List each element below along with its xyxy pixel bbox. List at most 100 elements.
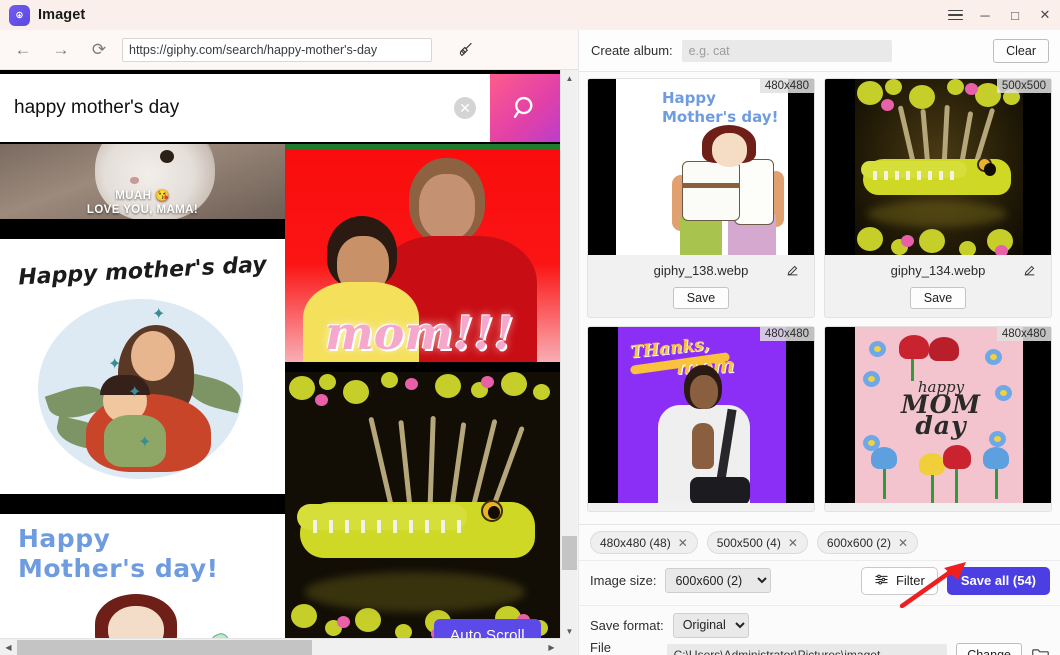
search-clear-icon[interactable]: ✕ [454,97,476,119]
sparkle-icon: ✦ [108,356,122,373]
size-chip-label: 480x480 (48) [600,535,671,550]
save-button[interactable]: Save [909,287,967,309]
minimize-icon[interactable]: ─ [970,0,1000,30]
image-thumbnail[interactable]: 500x500 [825,79,1051,255]
filter-button[interactable]: Filter [860,566,938,595]
chip-remove-icon[interactable]: ✕ [898,536,908,550]
clear-button[interactable]: Clear [993,38,1049,63]
card-footer: giphy_134.webp Save [825,255,1051,317]
cat-nose [130,177,139,184]
folder-icon[interactable] [1031,646,1050,655]
save-all-button[interactable]: Save all (54) [946,566,1050,595]
scrollbar-corner [560,638,577,655]
card-footer: giphy_138.webp Save [588,255,814,317]
image-size-select[interactable]: 480x480 (48)500x500 (4)600x600 (2) [665,568,772,593]
app-logo-icon [9,4,30,26]
dimension-badge: 500x500 [996,79,1051,93]
image-card[interactable]: 500x500 giphy_134.webp Save [824,78,1052,318]
cat-caption-line1: MUAH 😘 [115,190,170,202]
image-thumbnail[interactable]: THanks, mom 480x480 [588,327,814,503]
thumb-art-line2: Mother's day! [662,108,779,126]
scroll-up-icon[interactable]: ▲ [561,70,578,87]
illustration-title: Happy mother's day [17,252,268,291]
filter-label: Filter [895,573,925,588]
image-size-row: Image size: 480x480 (48)500x500 (4)600x6… [579,560,1060,600]
image-filename: giphy_138.webp [653,263,749,278]
giphy-search-input[interactable]: happy mother's day [14,97,454,119]
save-format-label: Save format: [590,617,664,633]
gif-result-mom[interactable]: mom!!! [285,144,560,362]
gif-result-illustration[interactable]: Happy mother's day ✦ ✦ ✦ ✦ [0,239,285,494]
downloaded-images-grid: Happy Mother's day! 480x480 giphy_138.we… [579,72,1060,524]
mom-text: mom!!! [325,306,514,360]
scroll-right-icon[interactable]: ▶ [543,639,560,655]
file-location-row: File location: Change [590,640,1050,655]
download-panel: Create album: Clear Happy Mother's day! [578,30,1060,655]
broom-clear-icon[interactable] [452,37,478,63]
gif-result-cat[interactable]: MUAH 😘 LOVE YOU, MAMA! [0,144,285,219]
window-controls: ─ □ ✕ [940,0,1060,30]
create-album-row: Create album: Clear [579,30,1060,72]
create-album-input[interactable] [681,39,892,62]
maximize-icon[interactable]: □ [1000,0,1030,30]
size-chip[interactable]: 480x480 (48) ✕ [590,531,698,554]
image-thumbnail[interactable]: happy MOM day 480x480 [825,327,1051,503]
webview-vertical-scrollbar[interactable]: ▲ ▼ [560,70,577,640]
water-reflection [305,572,525,612]
back-icon[interactable]: ← [8,35,38,65]
hamburger-icon[interactable] [940,0,970,30]
embedded-browser-viewport[interactable]: happy mother's day ✕ MUAH 😘 LOVE YOU, MA… [0,70,560,640]
cat-caption: MUAH 😘 LOVE YOU, MAMA! [0,190,285,217]
size-chip[interactable]: 500x500 (4) ✕ [706,531,808,554]
size-chip[interactable]: 600x600 (2) ✕ [816,531,918,554]
image-card[interactable]: Happy Mother's day! 480x480 giphy_138.we… [587,78,815,318]
save-button[interactable]: Save [672,287,730,309]
thumb-art-text: happy MOM day [881,379,1001,440]
size-chip-label: 500x500 (4) [716,535,781,550]
save-settings: Save format: Original File location: Cha… [579,605,1060,655]
forward-icon[interactable]: → [46,35,76,65]
file-location-input[interactable] [666,644,948,655]
vertical-scroll-thumb[interactable] [562,536,577,570]
thumb-art-text: Happy Mother's day! [662,89,782,127]
chip-remove-icon[interactable]: ✕ [678,536,688,550]
auto-scroll-button[interactable]: Auto Scroll [434,619,541,640]
dimension-badge: 480x480 [759,327,814,341]
size-filter-chips: 480x480 (48) ✕ 500x500 (4) ✕ 600x600 (2)… [579,524,1060,560]
save-format-select[interactable]: Original [672,612,749,638]
sparkle-icon: ✦ [138,434,152,451]
change-location-button[interactable]: Change [956,643,1022,655]
close-icon[interactable]: ✕ [1030,0,1060,30]
image-size-label: Image size: [590,573,657,588]
gif-result-blue-text[interactable]: Happy Mother's day! [0,514,285,640]
browser-address-bar: ← → ⟳ https://giphy.com/search/happy-mot… [0,30,580,70]
cat-eye [160,150,174,163]
webview-horizontal-scrollbar[interactable]: ◀ ▶ [0,638,560,655]
app-title: Imaget [38,7,86,23]
pencil-icon[interactable] [784,263,800,279]
girl-face [419,174,475,240]
giphy-search-button[interactable] [490,74,560,142]
scroll-left-icon[interactable]: ◀ [0,639,17,655]
cat-caption-line2: LOVE YOU, MAMA! [86,203,199,216]
save-format-row: Save format: Original [590,612,1050,638]
horizontal-scroll-thumb[interactable] [17,640,312,655]
sparkle-icon: ✦ [152,306,166,323]
reload-icon[interactable]: ⟳ [84,35,114,65]
gif-results-grid: MUAH 😘 LOVE YOU, MAMA! Happy mother's da… [0,144,560,640]
image-thumbnail[interactable]: Happy Mother's day! 480x480 [588,79,814,255]
gif-result-crocodile[interactable] [285,372,560,640]
blue-card-line1: Happy [18,524,111,553]
imaget-app-window: Imaget ─ □ ✕ ← → ⟳ https://giphy.com/sea… [0,0,1060,655]
pencil-icon[interactable] [1021,263,1037,279]
blue-card-text: Happy Mother's day! [18,524,219,584]
image-card[interactable]: happy MOM day 480x480 [824,326,1052,512]
thumb-art-line2: MOM day [900,390,982,440]
crocodile-teeth [313,520,463,534]
giphy-search-bar: happy mother's day ✕ [0,74,560,142]
url-input[interactable]: https://giphy.com/search/happy-mother's-… [122,37,432,62]
child-body [104,415,166,467]
image-card[interactable]: THanks, mom 480x480 [587,326,815,512]
chip-remove-icon[interactable]: ✕ [788,536,798,550]
top-stripe [285,144,560,149]
